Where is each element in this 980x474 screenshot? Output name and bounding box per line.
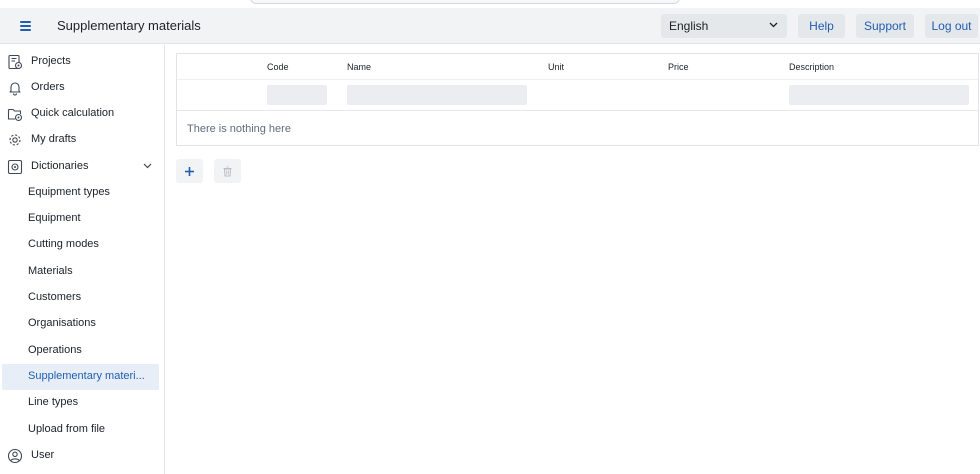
page-title: Supplementary materials [57,18,201,33]
sidebar-item-customers[interactable]: Customers [2,285,159,311]
sidebar-item-label: Line types [28,396,79,408]
sidebar-item-my-drafts[interactable]: My drafts [2,127,159,153]
empty-state-text: There is nothing here [187,123,291,135]
sidebar-item-supplementary-materials[interactable]: Supplementary materi... [2,364,159,390]
column-header-unit[interactable]: Unit [548,62,564,72]
sidebar-item-line-types[interactable]: Line types [2,390,159,416]
name-filter-input[interactable] [347,85,527,105]
sidebar-item-operations[interactable]: Operations [2,338,159,364]
menu-icon[interactable] [18,19,34,33]
chevron-down-icon [143,163,152,169]
language-value: English [669,19,709,33]
column-header-name[interactable]: Name [347,62,371,72]
sidebar-item-label: User [31,449,55,461]
sidebar-item-label: Projects [31,55,71,67]
sidebar-item-quick-calculation[interactable]: Quick calculation [2,101,159,127]
address-bar[interactable] [250,0,680,4]
user-icon [7,448,23,464]
description-filter-input[interactable] [789,85,969,105]
gear-icon [9,134,21,146]
sidebar-item-upload-from-file[interactable]: Upload from file [2,417,159,443]
divider [177,79,978,80]
column-header-code[interactable]: Code [267,62,289,72]
materials-table: Code Name Unit Price Description There i… [176,53,979,146]
sidebar: Projects Orders Quick calculation My dra… [0,45,165,474]
sidebar-item-materials[interactable]: Materials [2,259,159,285]
column-header-price[interactable]: Price [668,62,689,72]
code-filter-input[interactable] [267,85,327,105]
sidebar-item-organisations[interactable]: Organisations [2,311,159,337]
chevron-down-icon [769,22,778,28]
logout-button[interactable]: Log out [925,14,978,38]
sidebar-item-label: Orders [31,81,65,93]
delete-button[interactable] [214,159,241,183]
sidebar-item-label: Materials [28,265,73,277]
sidebar-item-label: Dictionaries [31,160,89,172]
folder-gear-icon [7,108,23,122]
sidebar-item-label: Cutting modes [28,238,99,250]
sidebar-item-label: Organisations [28,317,96,329]
sidebar-item-equipment-types[interactable]: Equipment types [2,180,159,206]
sidebar-item-orders[interactable]: Orders [2,75,159,101]
sidebar-item-label: Upload from file [28,423,106,435]
support-button[interactable]: Support [856,14,914,38]
language-select[interactable]: English [661,14,787,38]
sidebar-item-user[interactable]: User [2,443,159,469]
app-header: Supplementary materials English Help Sup… [0,8,980,44]
help-button[interactable]: Help [798,14,845,38]
sidebar-item-label: Supplementary materi... [28,370,145,382]
dictionaries-icon [7,159,23,175]
trash-icon [223,166,232,177]
sidebar-item-cutting-modes[interactable]: Cutting modes [2,232,159,258]
sidebar-item-label: Operations [28,344,82,356]
sidebar-item-equipment[interactable]: Equipment [2,206,159,232]
plus-icon [185,167,194,176]
column-header-description[interactable]: Description [789,62,834,72]
sidebar-item-dictionaries[interactable]: Dictionaries [2,154,159,180]
sidebar-item-label: My drafts [31,133,77,145]
sidebar-item-label: Equipment types [28,186,110,198]
sidebar-item-label: Quick calculation [31,107,115,119]
add-button[interactable] [176,159,203,183]
projects-icon [8,54,23,70]
sidebar-item-projects[interactable]: Projects [2,49,159,75]
sidebar-item-label: Equipment [28,212,81,224]
sidebar-item-label: Customers [28,291,82,303]
divider [177,110,978,111]
bell-icon [9,82,21,96]
browser-strip [0,0,980,8]
